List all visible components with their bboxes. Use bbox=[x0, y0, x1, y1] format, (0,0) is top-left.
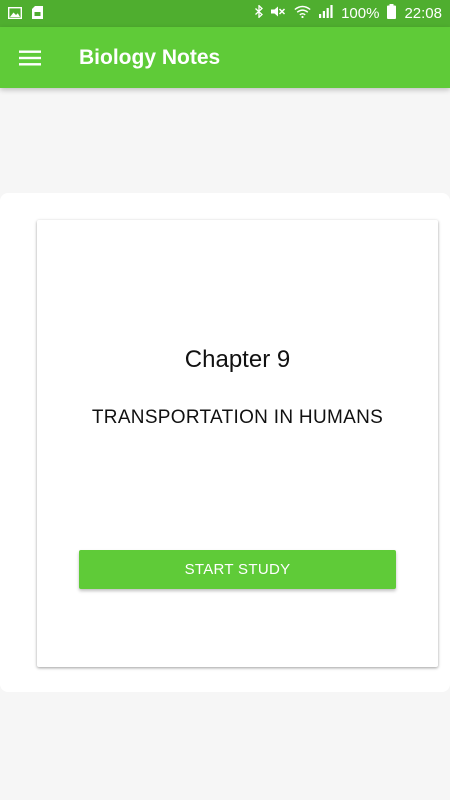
start-study-button[interactable]: START STUDY bbox=[79, 550, 396, 589]
app-title: Biology Notes bbox=[79, 46, 221, 69]
wifi-icon bbox=[294, 4, 311, 24]
chapter-card: Chapter 9 TRANSPORTATION IN HUMANS START… bbox=[37, 220, 438, 667]
hamburger-menu-icon[interactable] bbox=[16, 44, 44, 72]
mute-icon bbox=[271, 4, 286, 24]
chapter-title: Chapter 9 bbox=[184, 346, 291, 373]
battery-icon bbox=[387, 3, 397, 25]
chapter-subtitle: TRANSPORTATION IN HUMANS bbox=[91, 407, 384, 428]
signal-icon bbox=[319, 4, 333, 24]
status-bar: 100% 22:08 bbox=[0, 0, 450, 27]
app-bar: Biology Notes bbox=[0, 27, 450, 88]
status-left-icons bbox=[7, 6, 43, 24]
battery-percent: 100% bbox=[341, 5, 380, 22]
bluetooth-icon bbox=[255, 4, 264, 24]
status-right-icons: 100% 22:08 bbox=[255, 3, 442, 25]
gallery-icon bbox=[7, 6, 23, 24]
sd-card-icon bbox=[32, 6, 43, 24]
clock-time: 22:08 bbox=[404, 5, 442, 22]
